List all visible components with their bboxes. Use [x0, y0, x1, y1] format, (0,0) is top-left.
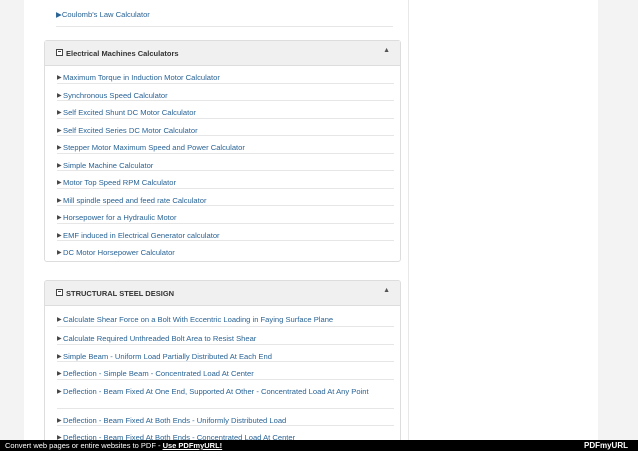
list-item[interactable]: ▶Deflection - Beam Fixed At Both Ends - …	[57, 426, 394, 441]
list-item[interactable]: ▶Simple Machine Calculator	[57, 154, 394, 171]
pdfmyurl-logo: PDFmyURL	[583, 441, 628, 450]
pdf-footer-bar: Convert web pages or entire websites to …	[0, 440, 638, 451]
list-item-label: Motor Top Speed RPM Calculator	[63, 178, 176, 187]
list-item[interactable]: ▶Self Excited Shunt DC Motor Calculator	[57, 101, 394, 119]
list-item-label: Deflection - Beam Fixed At Both Ends - U…	[63, 415, 287, 425]
list-item-label: Coulomb's Law Calculator	[61, 10, 150, 19]
list-item[interactable]: ▶Deflection - Simple Beam - Concentrated…	[57, 362, 394, 380]
list-item-label: Deflection - Beam Fixed At One End, Supp…	[63, 386, 369, 396]
panel-header[interactable]: STRUCTURAL STEEL DESIGN ▲	[45, 281, 400, 306]
list-item-label: Self Excited Series DC Motor Calculator	[63, 125, 198, 135]
list-item[interactable]: ▶Coulomb's Law Calculator	[56, 0, 393, 27]
calculator-icon	[56, 289, 63, 296]
list-item[interactable]: ▶Calculate Shear Force on a Bolt With Ec…	[57, 306, 394, 327]
list-item[interactable]: ▶Maximum Torque in Induction Motor Calcu…	[57, 66, 394, 84]
panel-title: STRUCTURAL STEEL DESIGN	[66, 289, 175, 298]
list-item-label: Deflection - Simple Beam - Concentrated …	[63, 369, 254, 378]
list-item-label: Horsepower for a Hydraulic Motor	[63, 213, 177, 222]
list-item-label: Simple Beam - Uniform Load Partially Dis…	[63, 351, 272, 361]
panel-header[interactable]: Electrical Machines Calculators ▲	[45, 41, 400, 66]
arrow-up-icon[interactable]: ▲	[383, 287, 390, 294]
list-item[interactable]: ▶EMF induced in Electrical Generator cal…	[57, 224, 394, 241]
calculator-icon	[56, 49, 63, 56]
list-item-label: DC Motor Horsepower Calculator	[63, 248, 175, 257]
list-item[interactable]: ▶Motor Top Speed RPM Calculator	[57, 171, 394, 189]
list-item-label: Stepper Motor Maximum Speed and Power Ca…	[63, 143, 245, 152]
list-item[interactable]: ▶Mill spindle speed and feed rate Calcul…	[57, 189, 394, 206]
structural-steel-panel: STRUCTURAL STEEL DESIGN ▲ ▶Calculate She…	[44, 280, 401, 441]
panel-item-list: ▶Calculate Shear Force on a Bolt With Ec…	[45, 306, 400, 441]
panel-title: Electrical Machines Calculators	[66, 49, 179, 58]
list-item[interactable]: ▶Horsepower for a Hydraulic Motor	[57, 206, 394, 224]
use-pdfmyurl-link[interactable]: Use PDFmyURL!	[163, 441, 223, 450]
list-item[interactable]: ▶Stepper Motor Maximum Speed and Power C…	[57, 136, 394, 154]
list-item[interactable]: ▶Deflection - Beam Fixed At Both Ends - …	[57, 409, 394, 426]
list-item-label: EMF induced in Electrical Generator calc…	[63, 230, 220, 240]
list-item[interactable]: ▶Synchronous Speed Calculator	[57, 84, 394, 101]
list-item[interactable]: ▶Self Excited Series DC Motor Calculator	[57, 119, 394, 136]
list-item[interactable]: ▶Simple Beam - Uniform Load Partially Di…	[57, 345, 394, 362]
footer-message: Convert web pages or entire websites to …	[5, 440, 222, 451]
list-item-label: Calculate Shear Force on a Bolt With Ecc…	[63, 315, 334, 324]
arrow-up-icon[interactable]: ▲	[383, 47, 390, 54]
list-item-label: Simple Machine Calculator	[63, 160, 154, 170]
list-item[interactable]: ▶Calculate Required Unthreaded Bolt Area…	[57, 327, 394, 345]
list-item-label: Calculate Required Unthreaded Bolt Area …	[63, 334, 257, 343]
left-gutter	[0, 0, 24, 451]
footer-text: Convert web pages or entire websites to …	[5, 441, 163, 450]
list-item[interactable]: ▶DC Motor Horsepower Calculator	[57, 241, 394, 261]
list-item-label: Synchronous Speed Calculator	[63, 90, 168, 100]
list-item-label: Self Excited Shunt DC Motor Calculator	[63, 108, 196, 117]
panel-item-list: ▶Maximum Torque in Induction Motor Calcu…	[45, 66, 400, 261]
list-item[interactable]: ▶Deflection - Beam Fixed At One End, Sup…	[57, 380, 394, 409]
column-separator	[408, 0, 409, 440]
electrical-machines-panel: Electrical Machines Calculators ▲ ▶Maxim…	[44, 40, 401, 262]
list-item-label: Mill spindle speed and feed rate Calcula…	[63, 195, 207, 205]
right-gutter	[598, 0, 638, 451]
list-item-label: Maximum Torque in Induction Motor Calcul…	[63, 73, 220, 82]
